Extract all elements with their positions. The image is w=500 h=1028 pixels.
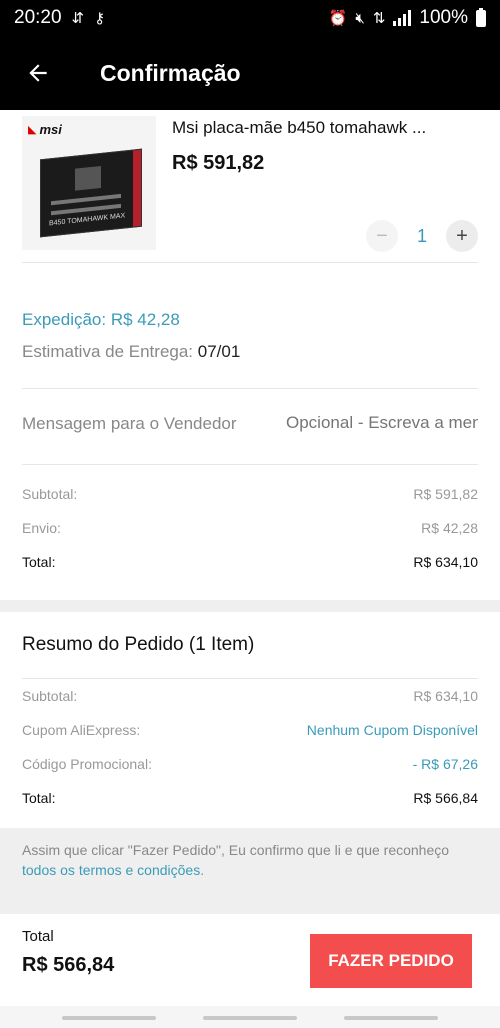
delivery-label: Estimativa de Entrega: <box>22 342 194 361</box>
shipping-row: Envio: R$ 42,28 <box>22 520 478 536</box>
seller-message-label: Mensagem para o Vendedor <box>22 414 237 433</box>
shipping-value: R$ 42,28 <box>421 520 478 536</box>
brand-logo-text: msi <box>39 122 62 137</box>
nav-recent-button[interactable] <box>62 1016 156 1020</box>
terms-notice: Assim que clicar "Fazer Pedido", Eu conf… <box>0 828 500 890</box>
decrease-quantity-button[interactable]: − <box>366 220 398 252</box>
delivery-estimate: Estimativa de Entrega: 07/01 <box>22 342 240 362</box>
order-summary-title: Resumo do Pedido (1 Item) <box>22 634 255 655</box>
section-separator <box>0 600 500 612</box>
seller-message-input[interactable] <box>286 413 478 433</box>
store-total-label: Total: <box>22 554 56 570</box>
product-image[interactable]: ◣ msi B450 TOMAHAWK MAX <box>22 116 156 250</box>
store-total-value: R$ 634,10 <box>413 554 478 570</box>
data-icon: ⇅ <box>372 10 386 27</box>
promo-code-value[interactable]: - R$ 67,26 <box>413 756 478 772</box>
coupon-row[interactable]: Cupom AliExpress: Nenhum Cupom Disponíve… <box>22 722 478 738</box>
divider <box>22 464 478 465</box>
place-order-button[interactable]: FAZER PEDIDO <box>310 934 472 988</box>
status-time: 20:20 <box>14 7 62 28</box>
increase-quantity-button[interactable]: + <box>446 220 478 252</box>
app-bar: Confirmação <box>0 36 500 110</box>
page-title: Confirmação <box>100 59 241 86</box>
summary-subtotal-label: Subtotal: <box>22 688 78 704</box>
key-icon: ⚷ <box>94 10 106 27</box>
summary-subtotal-value: R$ 634,10 <box>413 688 478 704</box>
shipping-label: Envio: <box>22 520 61 536</box>
product-title[interactable]: Msi placa-mãe b450 tomahawk ... <box>172 118 478 138</box>
system-nav-bar <box>0 1006 500 1028</box>
store-total-row: Total: R$ 634,10 <box>22 554 478 570</box>
checkout-footer: Total R$ 566,84 FAZER PEDIDO <box>0 914 500 1006</box>
subtotal-label: Subtotal: <box>22 486 78 502</box>
summary-total-label: Total: <box>22 790 56 806</box>
delivery-date: 07/01 <box>197 342 241 361</box>
back-button[interactable] <box>0 36 76 110</box>
terms-link[interactable]: todos os termos e condições <box>22 862 200 878</box>
nav-home-button[interactable] <box>203 1016 297 1020</box>
nav-back-button[interactable] <box>344 1016 438 1020</box>
terms-text: Assim que clicar "Fazer Pedido", Eu conf… <box>22 842 450 858</box>
battery-icon <box>476 7 486 27</box>
coupon-label: Cupom AliExpress: <box>22 722 141 738</box>
divider <box>22 388 478 389</box>
product-card: ◣ msi B450 TOMAHAWK MAX Msi placa-mãe b4… <box>22 110 478 262</box>
terms-end: . <box>200 862 205 878</box>
footer-total-label: Total <box>22 928 54 945</box>
product-price: R$ 591,82 <box>172 152 265 174</box>
board-label: B450 TOMAHAWK MAX <box>49 212 126 228</box>
promo-code-label: Código Promocional: <box>22 756 152 772</box>
summary-total-row: Total: R$ 566,84 <box>22 790 478 806</box>
summary-total-value: R$ 566,84 <box>413 790 478 806</box>
dragon-icon: ◣ <box>28 124 37 136</box>
signal-icon <box>393 10 412 26</box>
quantity-value: 1 <box>416 225 427 246</box>
divider <box>22 678 478 679</box>
subtotal-row: Subtotal: R$ 591,82 <box>22 486 478 502</box>
promo-code-row[interactable]: Código Promocional: - R$ 67,26 <box>22 756 478 772</box>
arrow-left-icon <box>29 64 47 82</box>
quantity-stepper: − 1 + <box>366 220 478 252</box>
shipping-method[interactable]: Expedição: R$ 42,28 <box>22 310 180 330</box>
sync-icon: ⇵ <box>71 10 85 27</box>
status-bar: 20:20 ⇵ ⚷ ⏰ 🔇︎ ⇅ 100% <box>0 0 500 36</box>
subtotal-value: R$ 591,82 <box>413 486 478 502</box>
divider <box>22 262 478 263</box>
msi-logo: ◣ msi <box>28 122 62 137</box>
mute-icon: 🔇︎ <box>355 9 365 27</box>
footer-total-value: R$ 566,84 <box>22 954 115 976</box>
alarm-icon: ⏰ <box>328 10 348 27</box>
battery-percent: 100% <box>419 7 468 28</box>
section-separator <box>0 890 500 914</box>
summary-subtotal-row: Subtotal: R$ 634,10 <box>22 688 478 704</box>
motherboard-picture: B450 TOMAHAWK MAX <box>40 148 142 238</box>
coupon-value[interactable]: Nenhum Cupom Disponível <box>307 722 478 738</box>
